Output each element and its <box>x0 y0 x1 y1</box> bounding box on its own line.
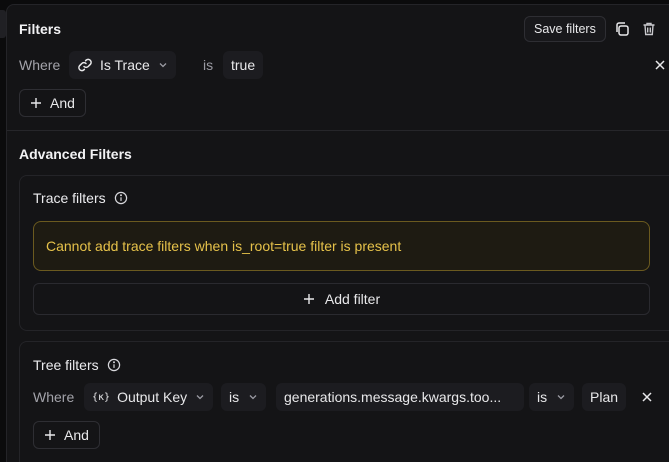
close-icon[interactable] <box>639 389 655 405</box>
info-icon[interactable] <box>107 358 121 372</box>
plus-icon <box>30 97 42 109</box>
tree-add-and-button[interactable]: And <box>33 421 100 449</box>
link-icon <box>77 57 93 73</box>
info-icon[interactable] <box>114 191 128 205</box>
trash-icon[interactable] <box>640 20 658 38</box>
copy-icon[interactable] <box>613 20 631 38</box>
chevron-down-icon <box>248 392 258 402</box>
trace-filters-title: Trace filters <box>33 190 106 206</box>
close-icon[interactable] <box>652 57 668 73</box>
tree-filter-row: Where {κ} Output Key is generations.mess… <box>20 383 669 411</box>
trace-filter-warning: Cannot add trace filters when is_root=tr… <box>33 221 650 271</box>
tree-filters-heading: Tree filters <box>33 357 121 373</box>
value-operator-label: is <box>537 389 548 405</box>
add-and-button[interactable]: And <box>19 89 86 117</box>
output-key-select[interactable]: {κ} Output Key <box>84 383 214 411</box>
operator-label: is <box>203 57 214 73</box>
where-label: Where <box>33 389 75 405</box>
filters-header: Filters Save filters <box>19 16 669 42</box>
chevron-down-icon <box>195 392 205 402</box>
chevron-down-icon <box>158 60 168 70</box>
tree-value-field[interactable]: Plan <box>582 383 627 411</box>
operator-select[interactable]: is <box>221 383 267 411</box>
save-filters-button[interactable]: Save filters <box>524 16 606 42</box>
and-label: And <box>50 95 75 111</box>
field-select[interactable]: Is Trace <box>69 51 176 79</box>
key-path-input[interactable]: generations.message.kwargs.too... <box>276 383 524 411</box>
trace-filters-heading: Trace filters <box>33 190 128 206</box>
braces-icon: {κ} <box>92 391 111 403</box>
operator-label: is <box>229 389 240 405</box>
filter-row: Where Is Trace is true <box>19 51 669 79</box>
value-operator-select[interactable]: is <box>529 383 575 411</box>
output-key-label: Output Key <box>117 389 188 405</box>
filters-panel: Filters Save filters Where Is Trace is t… <box>6 4 669 462</box>
divider <box>7 130 669 131</box>
plus-icon <box>303 293 315 305</box>
tree-filters-card: Tree filters Where {κ} Output Key is gen… <box>19 341 669 462</box>
plus-icon <box>44 429 56 441</box>
add-filter-button[interactable]: Add filter <box>33 283 650 315</box>
chevron-down-icon <box>556 392 566 402</box>
tree-filters-title: Tree filters <box>33 357 99 373</box>
advanced-filters-title: Advanced Filters <box>19 146 132 162</box>
and-label: And <box>64 427 89 443</box>
panel-title: Filters <box>19 21 62 37</box>
value-field[interactable]: true <box>223 51 264 79</box>
trace-filters-card: Trace filters Cannot add trace filters w… <box>19 175 669 331</box>
add-filter-label: Add filter <box>324 291 381 307</box>
field-label: Is Trace <box>100 57 150 73</box>
where-label: Where <box>19 57 61 73</box>
